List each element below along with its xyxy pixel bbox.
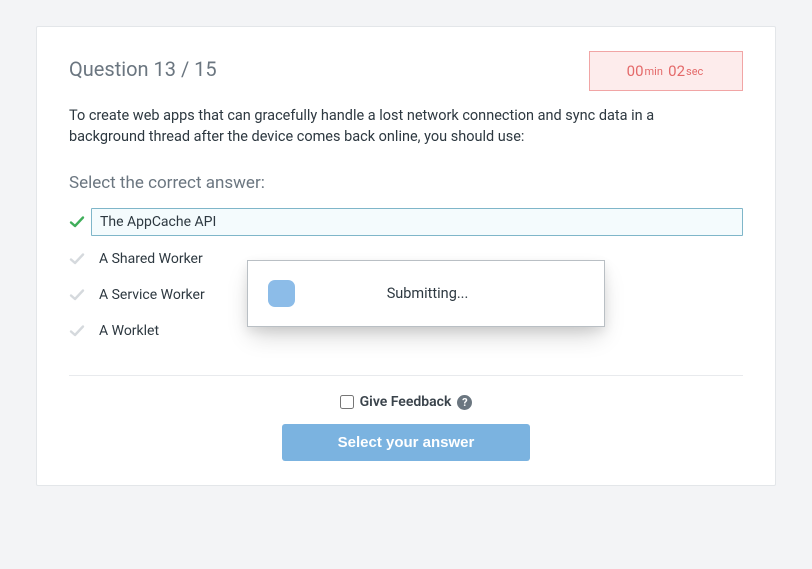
select-answer-button[interactable]: Select your answer [282, 424, 530, 461]
submitting-modal: Submitting... [247, 260, 605, 327]
modal-text: Submitting... [295, 285, 584, 302]
feedback-row: Give Feedback ? [69, 394, 743, 410]
card-header: Question 13 / 15 00 min 02 sec [69, 57, 743, 91]
check-icon [69, 323, 85, 339]
timer-min-value: 00 [627, 62, 644, 80]
option-appcache[interactable]: The AppCache API [91, 203, 743, 241]
question-card: Question 13 / 15 00 min 02 sec To create… [36, 26, 776, 486]
card-footer: Give Feedback ? Select your answer [69, 394, 743, 461]
check-icon [69, 287, 85, 303]
timer-min-unit: min [645, 65, 663, 78]
feedback-checkbox[interactable] [340, 395, 354, 409]
timer-sec-unit: sec [686, 65, 703, 78]
spinner-icon [268, 280, 295, 307]
feedback-label: Give Feedback [360, 394, 452, 410]
check-icon [69, 214, 85, 230]
timer-sec-value: 02 [668, 62, 685, 80]
answer-prompt: Select the correct answer: [69, 173, 743, 193]
option-label: The AppCache API [91, 208, 743, 236]
question-text: To create web apps that can gracefully h… [69, 105, 743, 147]
countdown-timer: 00 min 02 sec [589, 51, 743, 91]
question-counter: Question 13 / 15 [69, 57, 217, 81]
check-icon [69, 251, 85, 267]
help-icon[interactable]: ? [457, 395, 472, 410]
